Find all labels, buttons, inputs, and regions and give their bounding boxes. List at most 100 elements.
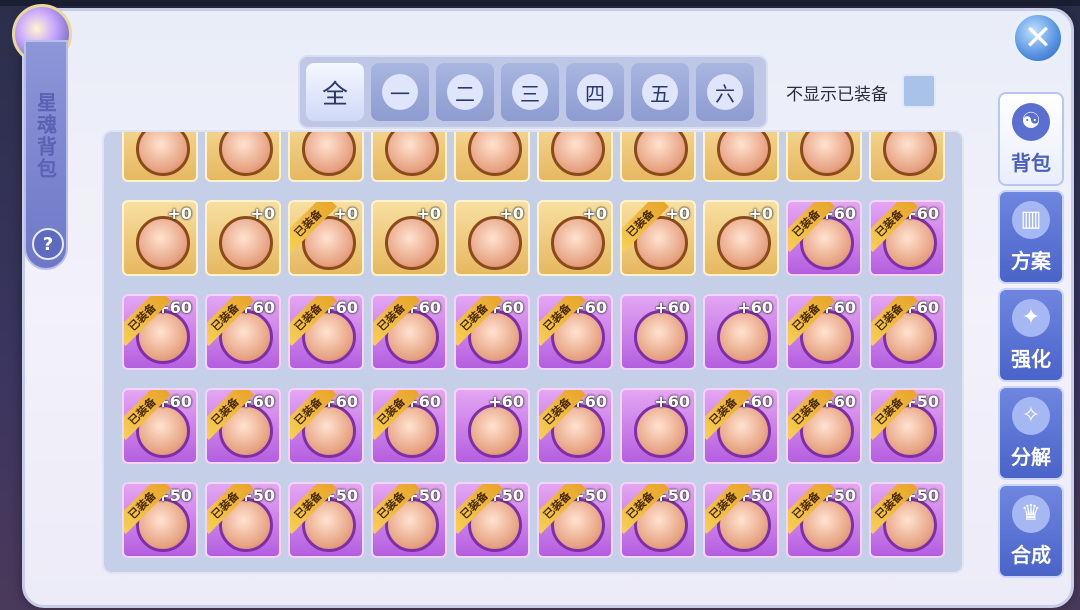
star-soul-slot[interactable]: +60 已装备 xyxy=(786,294,862,370)
star-soul-slot[interactable]: +50 已装备 xyxy=(786,482,862,558)
star-soul-slot[interactable] xyxy=(786,132,862,182)
nav-bag[interactable]: ☯ 背包 xyxy=(998,92,1064,186)
star-soul-slot[interactable]: +60 已装备 xyxy=(869,294,945,370)
star-soul-slot[interactable]: +60 已装备 xyxy=(537,294,613,370)
star-soul-slot[interactable]: +0 xyxy=(205,200,281,276)
star-soul-slot[interactable] xyxy=(537,132,613,182)
star-soul-slot[interactable]: +60 已装备 xyxy=(786,200,862,276)
star-soul-slot[interactable]: +0 xyxy=(122,200,198,276)
soul-level: +0 xyxy=(582,204,607,223)
star-soul-slot[interactable]: +50 已装备 xyxy=(454,482,530,558)
inventory-grid: +0 +0 +0 已装备 +0 +0 +0 +0 已装备 +0 +60 已装备 +60 已装备 +60 已装备… xyxy=(102,130,964,574)
nav-book[interactable]: ▥ 方案 xyxy=(998,190,1064,284)
star-soul-slot[interactable]: +60 已装备 xyxy=(288,388,364,464)
star-soul-slot[interactable]: +50 已装备 xyxy=(869,388,945,464)
star-soul-slot[interactable]: +50 已装备 xyxy=(205,482,281,558)
star-soul-slot[interactable]: +0 xyxy=(454,200,530,276)
star-soul-slot[interactable]: +60 xyxy=(620,294,696,370)
soul-portrait xyxy=(468,404,522,458)
star-soul-slot[interactable] xyxy=(371,132,447,182)
soul-level: +60 xyxy=(654,298,690,317)
star-soul-slot[interactable]: +50 已装备 xyxy=(371,482,447,558)
hide-equipped-label: 不显示已装备 xyxy=(786,85,888,105)
star-soul-slot[interactable]: +60 已装备 xyxy=(371,294,447,370)
soul-portrait xyxy=(219,132,273,176)
tab-1[interactable]: 一 xyxy=(371,63,429,121)
star-soul-slot[interactable] xyxy=(122,132,198,182)
soul-portrait xyxy=(468,216,522,270)
soul-portrait xyxy=(883,132,937,176)
star-soul-slot[interactable]: +50 已装备 xyxy=(703,482,779,558)
tab-label: 六 xyxy=(707,74,743,110)
soul-portrait xyxy=(551,132,605,176)
star-soul-slot[interactable]: +60 已装备 xyxy=(122,388,198,464)
star-soul-slot[interactable]: +60 已装备 xyxy=(205,388,281,464)
star-soul-slot[interactable]: +60 xyxy=(454,388,530,464)
star-soul-slot[interactable]: +0 xyxy=(371,200,447,276)
soul-portrait xyxy=(385,132,439,176)
soul-portrait xyxy=(385,216,439,270)
star-soul-slot[interactable]: +60 xyxy=(620,388,696,464)
tab-5[interactable]: 五 xyxy=(631,63,689,121)
enhance-icon: ✦ xyxy=(1012,298,1050,337)
star-soul-slot[interactable]: +60 已装备 xyxy=(537,388,613,464)
star-soul-slot[interactable] xyxy=(703,132,779,182)
star-soul-slot[interactable]: +60 已装备 xyxy=(122,294,198,370)
soul-portrait xyxy=(717,132,771,176)
star-soul-slot[interactable]: +50 已装备 xyxy=(869,482,945,558)
nav-enhance[interactable]: ✦ 强化 xyxy=(998,288,1064,382)
nav-label: 方案 xyxy=(1011,248,1051,273)
star-soul-slot[interactable]: +60 已装备 xyxy=(454,294,530,370)
soul-level: +0 xyxy=(333,204,358,223)
soul-level: +0 xyxy=(665,204,690,223)
soul-portrait xyxy=(302,132,356,176)
star-soul-slot[interactable] xyxy=(454,132,530,182)
soul-level: +60 xyxy=(488,392,524,411)
nav-label: 合成 xyxy=(1011,542,1051,567)
tab-4[interactable]: 四 xyxy=(566,63,624,121)
star-soul-slot[interactable]: +50 已装备 xyxy=(620,482,696,558)
star-soul-slot[interactable]: +60 已装备 xyxy=(869,200,945,276)
star-soul-slot[interactable]: +60 已装备 xyxy=(288,294,364,370)
star-soul-slot[interactable]: +60 已装备 xyxy=(703,388,779,464)
star-soul-slot[interactable]: +50 已装备 xyxy=(288,482,364,558)
star-soul-slot[interactable]: +50 已装备 xyxy=(537,482,613,558)
star-soul-slot[interactable]: +0 已装备 xyxy=(620,200,696,276)
nav-compose[interactable]: ♛ 合成 xyxy=(998,484,1064,578)
star-soul-slot[interactable]: +60 已装备 xyxy=(205,294,281,370)
tab-2[interactable]: 二 xyxy=(436,63,494,121)
star-soul-slot[interactable]: +0 已装备 xyxy=(288,200,364,276)
soul-portrait xyxy=(219,216,273,270)
soul-portrait xyxy=(551,216,605,270)
nav-label: 强化 xyxy=(1011,346,1051,371)
soul-level: +0 xyxy=(416,204,441,223)
star-soul-slot[interactable]: +0 xyxy=(537,200,613,276)
star-soul-slot[interactable] xyxy=(620,132,696,182)
star-soul-slot[interactable]: +60 xyxy=(703,294,779,370)
page-title: 星魂背包 xyxy=(33,92,58,180)
tab-label: 五 xyxy=(642,74,678,110)
tab-label: 一 xyxy=(382,74,418,110)
star-soul-slot[interactable]: +60 已装备 xyxy=(786,388,862,464)
bag-icon: ☯ xyxy=(1012,102,1050,141)
tab-3[interactable]: 三 xyxy=(501,63,559,121)
star-soul-slot[interactable] xyxy=(869,132,945,182)
nav-decompose[interactable]: ✧ 分解 xyxy=(998,386,1064,480)
star-soul-slot[interactable]: +0 xyxy=(703,200,779,276)
star-soul-slot[interactable] xyxy=(288,132,364,182)
tab-label: 二 xyxy=(447,74,483,110)
soul-portrait xyxy=(800,132,854,176)
hide-equipped-checkbox[interactable] xyxy=(902,74,936,108)
help-button[interactable]: ? xyxy=(32,228,64,260)
star-soul-slot[interactable] xyxy=(205,132,281,182)
soul-portrait xyxy=(468,132,522,176)
tab-6[interactable]: 六 xyxy=(696,63,754,121)
star-soul-slot[interactable]: +60 已装备 xyxy=(371,388,447,464)
soul-level: +60 xyxy=(654,392,690,411)
star-soul-slot[interactable]: +50 已装备 xyxy=(122,482,198,558)
close-button[interactable]: ✕ xyxy=(1012,12,1064,64)
nav-label: 背包 xyxy=(1011,150,1051,175)
tab-0[interactable]: 全 xyxy=(306,63,364,121)
soul-portrait xyxy=(717,310,771,364)
book-icon: ▥ xyxy=(1012,200,1050,239)
